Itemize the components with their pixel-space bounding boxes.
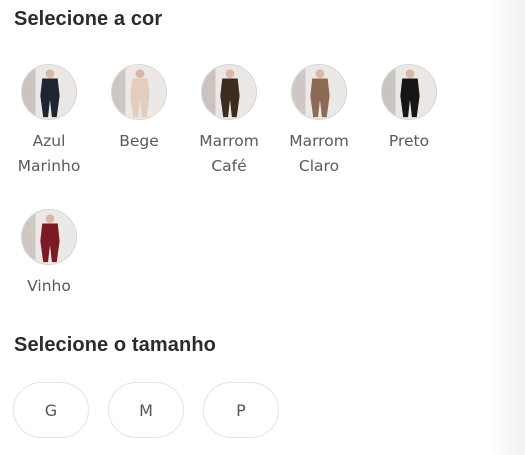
bege-swatch-image <box>111 64 167 120</box>
size-section-title: Selecione o tamanho <box>14 334 216 356</box>
marrom-claro-swatch-image <box>291 64 347 120</box>
color-label-line1: Preto <box>388 132 430 150</box>
marrom-cafe-swatch-image <box>201 64 257 120</box>
color-option-bege[interactable]: Bege <box>103 64 175 154</box>
color-label-line1: Vinho <box>27 277 71 295</box>
color-label-line1: Azul <box>32 132 66 150</box>
azul-marinho-swatch-image <box>21 64 77 120</box>
color-label-line2: Marinho <box>17 157 81 175</box>
color-option-vinho[interactable]: Vinho <box>13 209 85 299</box>
vinho-swatch-image <box>21 209 77 265</box>
bege-outfit-icon <box>112 65 166 119</box>
color-option-azul-marinho[interactable]: Azul Marinho <box>13 64 85 179</box>
azul-marinho-outfit-icon <box>22 65 76 119</box>
size-button-g[interactable]: G <box>13 382 89 438</box>
size-button-m[interactable]: M <box>108 382 184 438</box>
color-label-line1: Bege <box>119 132 159 150</box>
color-option-marrom-claro[interactable]: Marrom Claro <box>283 64 355 179</box>
color-section-title: Selecione a cor <box>14 8 163 30</box>
preto-outfit-icon <box>382 65 436 119</box>
marrom-claro-outfit-icon <box>292 65 346 119</box>
color-option-marrom-cafe[interactable]: Marrom Café <box>193 64 265 179</box>
color-label-line2: Claro <box>298 157 340 175</box>
color-label-line2: Café <box>211 157 247 175</box>
vinho-outfit-icon <box>22 210 76 264</box>
color-label-line1: Marrom <box>289 132 349 150</box>
color-option-preto[interactable]: Preto <box>373 64 445 154</box>
marrom-cafe-outfit-icon <box>202 65 256 119</box>
preto-swatch-image <box>381 64 437 120</box>
color-label-line1: Marrom <box>199 132 259 150</box>
size-button-p[interactable]: P <box>203 382 279 438</box>
